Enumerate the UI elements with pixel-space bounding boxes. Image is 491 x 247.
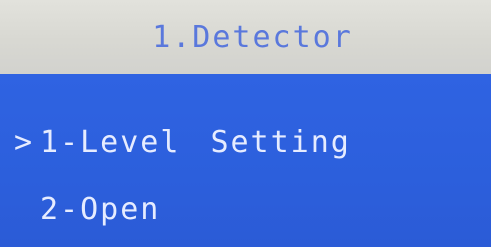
menu-item-level-setting[interactable]: > 1-Level Setting [14,122,351,162]
menu-list: > 1-Level Setting 2-Open [0,74,491,247]
menu-item-open[interactable]: 2-Open [14,189,160,229]
page-title: 1.Detector [152,19,353,55]
menu-item-label: 2-Open [40,191,161,227]
menu-item-label: 1-Level [40,124,181,160]
lcd-screen: 1.Detector > 1-Level Setting 2-Open [0,0,491,247]
selection-cursor-icon: > [14,124,35,160]
menu-item-suffix: Setting [210,124,351,160]
title-bar: 1.Detector [0,0,491,74]
